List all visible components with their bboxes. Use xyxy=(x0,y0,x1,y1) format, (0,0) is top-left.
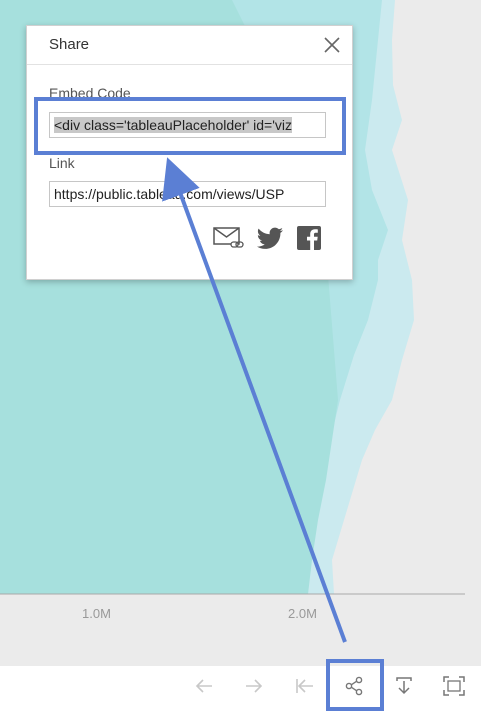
share-icon xyxy=(345,676,363,696)
facebook-share-button[interactable] xyxy=(295,224,327,252)
download-icon xyxy=(396,677,412,695)
redo-icon xyxy=(246,679,263,693)
revert-button[interactable] xyxy=(286,668,322,704)
twitter-icon xyxy=(256,227,283,249)
facebook-icon xyxy=(297,226,321,250)
download-button[interactable] xyxy=(386,668,422,704)
fullscreen-icon xyxy=(443,676,465,696)
embed-code-value: <div class='tableauPlaceholder' id='viz xyxy=(54,117,292,133)
email-link-icon xyxy=(213,227,244,248)
twitter-share-button[interactable] xyxy=(255,224,287,252)
embed-code-field[interactable]: <div class='tableauPlaceholder' id='viz xyxy=(49,112,326,138)
close-button[interactable] xyxy=(321,34,343,56)
undo-icon xyxy=(195,679,212,693)
revert-icon xyxy=(296,679,313,693)
embed-code-label: Embed Code xyxy=(49,85,131,101)
share-button[interactable] xyxy=(336,668,372,704)
undo-button[interactable] xyxy=(186,668,222,704)
link-field[interactable]: https://public.tableau.com/views/USP xyxy=(49,181,326,207)
redo-button[interactable] xyxy=(236,668,272,704)
share-dialog: Share Embed Code <div class='tableauPlac… xyxy=(26,25,353,280)
fullscreen-button[interactable] xyxy=(436,668,472,704)
link-value: https://public.tableau.com/views/USP xyxy=(54,186,285,202)
dialog-divider xyxy=(27,64,352,65)
x-tick-label: 2.0M xyxy=(288,606,317,621)
close-icon xyxy=(324,37,340,53)
dialog-title: Share xyxy=(49,36,90,53)
email-share-button[interactable] xyxy=(212,224,244,252)
link-label: Link xyxy=(49,155,75,171)
x-tick-label: 1.0M xyxy=(82,606,111,621)
